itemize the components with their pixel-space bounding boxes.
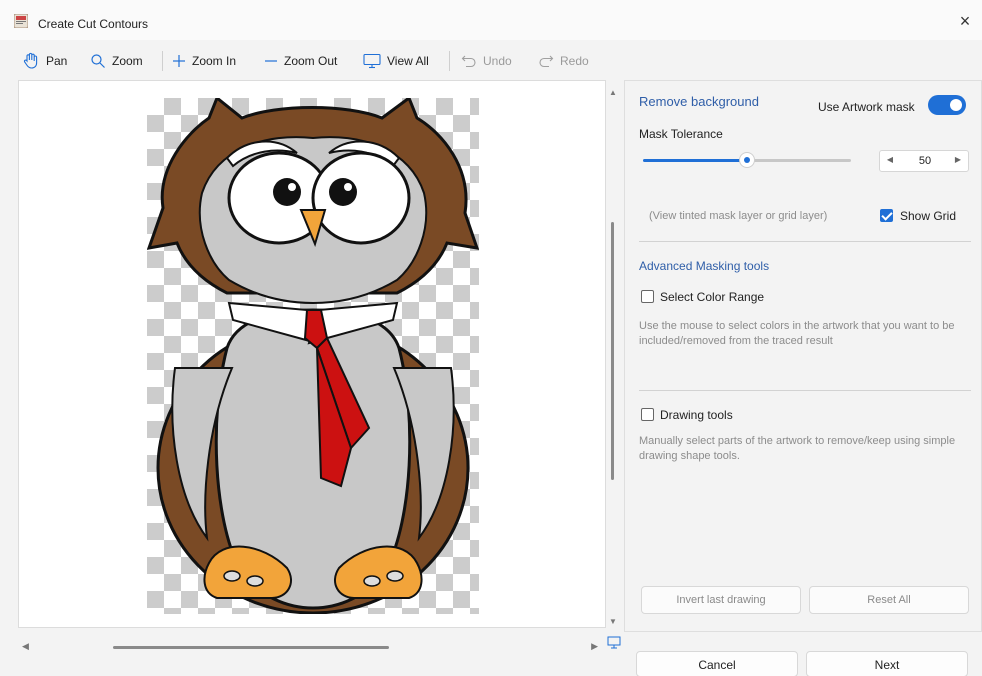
- scroll-right-icon[interactable]: ▶: [591, 641, 598, 652]
- undo-label: Undo: [483, 54, 512, 68]
- zoom-button[interactable]: Zoom: [90, 50, 143, 72]
- fit-view-icon[interactable]: [606, 636, 622, 650]
- vertical-scrollbar[interactable]: ▲ ▼: [606, 80, 620, 628]
- zoom-label: Zoom: [112, 54, 143, 68]
- title-bar: Create Cut Contours ×: [0, 0, 982, 40]
- increment-icon[interactable]: ▶: [952, 155, 964, 164]
- mask-tolerance-label: Mask Tolerance: [639, 127, 723, 141]
- mask-tolerance-slider[interactable]: [739, 152, 755, 168]
- window-title: Create Cut Contours: [38, 17, 149, 31]
- plus-icon: [173, 55, 185, 67]
- view-hint-text: (View tinted mask layer or grid layer): [649, 210, 828, 222]
- owl-artwork: [147, 98, 479, 614]
- mask-tolerance-spinner[interactable]: ◀ 50 ▶: [879, 150, 969, 172]
- horizontal-scrollbar[interactable]: ◀ ▶: [18, 640, 606, 654]
- zoom-in-button[interactable]: Zoom In: [172, 50, 236, 72]
- close-button[interactable]: ×: [954, 10, 976, 32]
- use-artwork-mask-label: Use Artwork mask: [818, 100, 915, 114]
- undo-icon: [461, 55, 476, 68]
- decrement-icon[interactable]: ◀: [884, 155, 896, 164]
- toolbar-separator: [162, 51, 163, 71]
- section-divider: [639, 241, 971, 242]
- show-grid-checkbox[interactable]: [880, 209, 893, 222]
- view-all-label: View All: [387, 54, 429, 68]
- scroll-left-icon[interactable]: ◀: [22, 641, 29, 652]
- vertical-scroll-thumb[interactable]: [611, 222, 614, 480]
- toolbar-separator: [449, 51, 450, 71]
- reset-all-button[interactable]: Reset All: [809, 586, 969, 614]
- undo-button[interactable]: Undo: [461, 50, 512, 72]
- pan-label: Pan: [46, 54, 68, 68]
- masking-panel: Remove background Use Artwork mask Mask …: [624, 80, 982, 632]
- redo-button[interactable]: Redo: [538, 50, 589, 72]
- slider-fill: [643, 159, 747, 162]
- remove-background-heading: Remove background: [639, 94, 759, 109]
- view-all-button[interactable]: View All: [363, 50, 429, 72]
- toggle-knob: [950, 99, 962, 111]
- redo-label: Redo: [560, 54, 589, 68]
- toolbar: Pan Zoom Zoom In Zoom Out View All Undo …: [0, 40, 982, 80]
- drawing-help-text: Manually select parts of the artwork to …: [639, 435, 956, 462]
- select-color-range-checkbox[interactable]: [641, 290, 654, 303]
- close-icon: ×: [959, 11, 971, 31]
- drawing-tools-label[interactable]: Drawing tools: [660, 408, 733, 422]
- minus-icon: [265, 60, 277, 62]
- cancel-button[interactable]: Cancel: [636, 651, 798, 676]
- select-color-range-label[interactable]: Select Color Range: [660, 290, 764, 304]
- hand-icon: [23, 52, 38, 69]
- invert-last-drawing-button[interactable]: Invert last drawing: [641, 586, 801, 614]
- next-button[interactable]: Next: [806, 651, 968, 676]
- pan-button[interactable]: Pan: [22, 50, 67, 72]
- artwork-canvas[interactable]: [18, 80, 606, 628]
- section-divider: [639, 390, 971, 391]
- magnifier-icon: [91, 54, 105, 68]
- select-color-help-text: Use the mouse to select colors in the ar…: [639, 320, 955, 347]
- drawing-tools-checkbox[interactable]: [641, 408, 654, 421]
- zoom-in-label: Zoom In: [192, 54, 237, 68]
- app-icon: [14, 14, 28, 28]
- scroll-up-icon[interactable]: ▲: [609, 88, 617, 97]
- use-artwork-mask-toggle[interactable]: [928, 95, 966, 115]
- scroll-down-icon[interactable]: ▼: [609, 617, 617, 626]
- advanced-masking-heading: Advanced Masking tools: [639, 259, 770, 273]
- redo-icon: [539, 55, 554, 68]
- zoom-out-label: Zoom Out: [284, 54, 338, 68]
- slider-track[interactable]: [747, 159, 851, 162]
- zoom-out-button[interactable]: Zoom Out: [264, 50, 337, 72]
- monitor-icon: [363, 53, 381, 69]
- mask-tolerance-value[interactable]: 50: [910, 155, 940, 167]
- show-grid-label[interactable]: Show Grid: [900, 209, 956, 223]
- horizontal-scroll-thumb[interactable]: [113, 646, 389, 649]
